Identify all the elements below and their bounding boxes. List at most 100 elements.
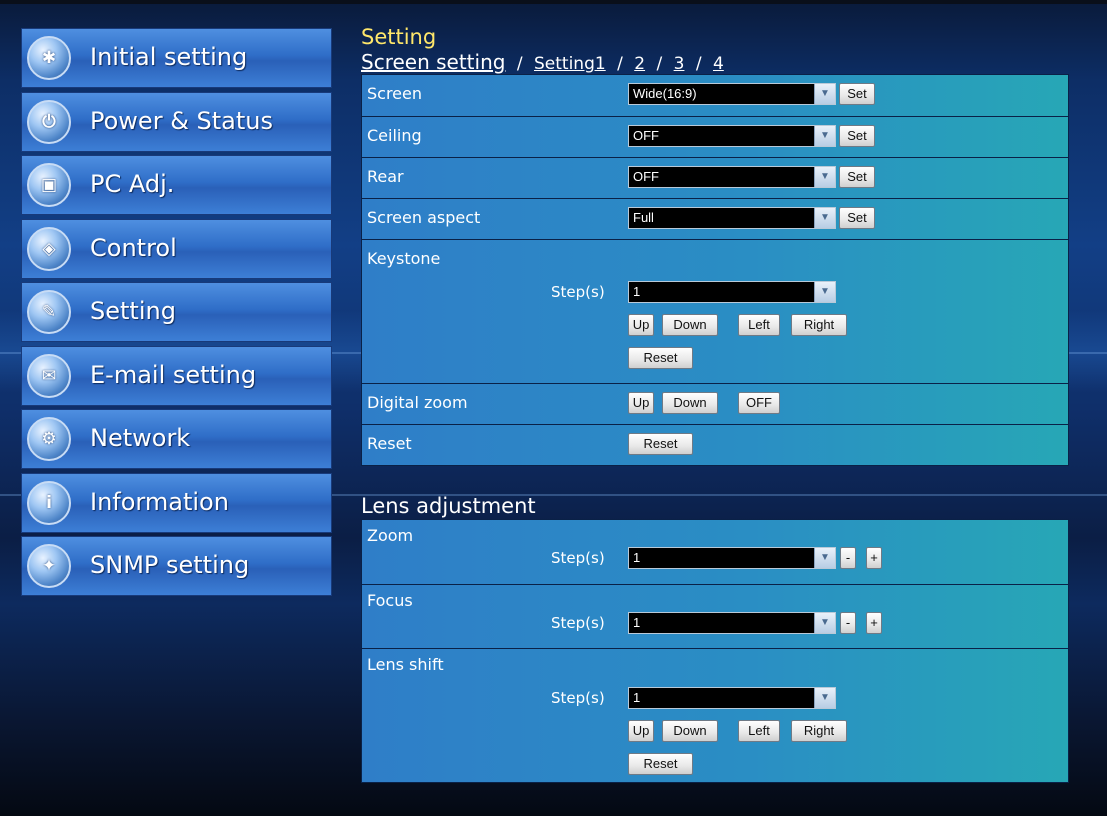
top-border	[0, 0, 1107, 4]
screen-aspect-row: Screen aspect Full ▼ Set	[362, 198, 1068, 239]
chevron-down-icon: ▼	[814, 167, 835, 187]
lens-focus-step-label: Step(s)	[551, 614, 605, 632]
ceiling-row: Ceiling OFF ▼ Set	[362, 116, 1068, 157]
lens-shift-row: Lens shift Step(s) 1 ▼ Up Down Left Righ…	[362, 648, 1068, 782]
digital-zoom-label: Digital zoom	[367, 393, 468, 412]
information-icon: i	[27, 480, 71, 525]
chevron-down-icon: ▼	[814, 126, 835, 146]
breadcrumb-separator: /	[695, 54, 702, 74]
reset-row: Reset Reset	[362, 424, 1068, 465]
reset-button[interactable]: Reset	[628, 433, 693, 455]
sidebar-item-information[interactable]: i Information	[21, 472, 332, 533]
lens-shift-left-button[interactable]: Left	[738, 720, 780, 742]
sidebar-item-power-status[interactable]: ⏻ Power & Status	[21, 91, 332, 152]
sidebar-item-label: PC Adj.	[90, 170, 175, 198]
lens-focus-minus-button[interactable]: -	[840, 612, 856, 634]
chevron-down-icon: ▼	[814, 613, 835, 633]
keystone-down-button[interactable]: Down	[662, 314, 718, 336]
lens-zoom-step-select[interactable]: 1 ▼	[628, 547, 836, 569]
sidebar-item-network[interactable]: ⚙ Network	[21, 409, 332, 469]
main-content: Setting Screen setting / Setting1 / 2 / …	[361, 26, 1069, 783]
sidebar-item-label: E-mail setting	[90, 360, 257, 389]
lens-focus-step-value: 1	[633, 615, 641, 630]
snmp-icon: ✦	[27, 544, 71, 588]
screen-aspect-select[interactable]: Full ▼	[628, 207, 836, 229]
sidebar-item-label: Initial setting	[90, 43, 248, 71]
keystone-step-value: 1	[633, 284, 641, 299]
ceiling-set-button[interactable]: Set	[839, 125, 875, 147]
lens-shift-right-button[interactable]: Right	[791, 720, 847, 742]
screen-aspect-select-value: Full	[633, 210, 654, 225]
lens-focus-label: Focus	[367, 591, 413, 610]
rear-select-value: OFF	[633, 169, 659, 184]
lens-focus-plus-button[interactable]: +	[866, 612, 882, 634]
lens-shift-label: Lens shift	[367, 655, 444, 674]
keystone-label: Keystone	[367, 249, 441, 268]
breadcrumb-link-2[interactable]: 2	[634, 54, 645, 74]
lens-shift-step-select[interactable]: 1 ▼	[628, 687, 836, 709]
lens-zoom-minus-button[interactable]: -	[840, 547, 856, 569]
sidebar-item-pc-adj[interactable]: ▣ PC Adj.	[21, 155, 332, 215]
breadcrumb-link-setting1[interactable]: Setting1	[534, 54, 606, 74]
keystone-step-select[interactable]: 1 ▼	[628, 281, 836, 303]
keystone-up-button[interactable]: Up	[628, 314, 654, 336]
digital-zoom-off-button[interactable]: OFF	[738, 392, 780, 414]
breadcrumb-separator: /	[656, 54, 663, 74]
breadcrumb-separator: /	[617, 54, 623, 74]
keystone-reset-button[interactable]: Reset	[628, 347, 693, 369]
sidebar-item-label: Setting	[90, 297, 176, 325]
breadcrumb-separator: /	[516, 54, 523, 74]
rear-row: Rear OFF ▼ Set	[362, 157, 1068, 198]
lens-shift-step-label: Step(s)	[551, 689, 605, 707]
keystone-step-label: Step(s)	[551, 283, 605, 301]
lens-zoom-step-label: Step(s)	[551, 549, 605, 567]
digital-zoom-down-button[interactable]: Down	[662, 392, 718, 414]
pc-monitor-icon: ▣	[27, 163, 71, 207]
envelope-icon: ✉	[27, 353, 71, 398]
lens-focus-step-select[interactable]: 1 ▼	[628, 612, 836, 634]
sidebar-item-label: Control	[90, 233, 177, 262]
setting-tools-icon: ✎	[27, 290, 71, 334]
sidebar-item-label: SNMP setting	[90, 551, 250, 579]
breadcrumb-link-3[interactable]: 3	[674, 54, 685, 74]
sidebar-item-label: Information	[90, 487, 229, 516]
rear-select[interactable]: OFF ▼	[628, 166, 836, 188]
digital-zoom-row: Digital zoom Up Down OFF	[362, 383, 1068, 424]
screen-select-value: Wide(16:9)	[633, 86, 697, 101]
rear-set-button[interactable]: Set	[839, 166, 875, 188]
screen-set-button[interactable]: Set	[839, 83, 875, 105]
breadcrumb-link-4[interactable]: 4	[713, 54, 724, 74]
lens-shift-down-button[interactable]: Down	[662, 720, 718, 742]
digital-zoom-up-button[interactable]: Up	[628, 392, 654, 414]
sidebar-nav: ✱ Initial setting ⏻ Power & Status ▣ PC …	[21, 28, 332, 600]
breadcrumb: Screen setting / Setting1 / 2 / 3 / 4	[361, 50, 1069, 74]
lens-shift-reset-button[interactable]: Reset	[628, 753, 693, 775]
lens-adjustment-title: Lens adjustment	[361, 494, 536, 518]
screen-select[interactable]: Wide(16:9) ▼	[628, 83, 836, 105]
sidebar-item-setting[interactable]: ✎ Setting	[21, 282, 332, 342]
lens-zoom-plus-button[interactable]: +	[866, 547, 882, 569]
chevron-down-icon: ▼	[814, 688, 835, 708]
lens-zoom-row: Zoom Step(s) 1 ▼ - +	[362, 520, 1068, 584]
lens-zoom-label: Zoom	[367, 526, 414, 545]
screen-aspect-set-button[interactable]: Set	[839, 207, 875, 229]
power-status-icon: ⏻	[27, 99, 71, 144]
screen-aspect-label: Screen aspect	[367, 208, 481, 227]
sidebar-item-label: Network	[90, 424, 191, 452]
sidebar-item-label: Power & Status	[90, 106, 274, 135]
lens-shift-up-button[interactable]: Up	[628, 720, 654, 742]
chevron-down-icon: ▼	[814, 84, 835, 104]
sidebar-item-snmp-setting[interactable]: ✦ SNMP setting	[21, 536, 332, 596]
ceiling-label: Ceiling	[367, 126, 422, 145]
sidebar-item-initial-setting[interactable]: ✱ Initial setting	[21, 28, 332, 88]
control-dial-icon: ◈	[27, 226, 71, 271]
lens-adjustment-panel: Zoom Step(s) 1 ▼ - + Focus Step(s) 1 ▼ -…	[361, 519, 1069, 783]
network-icon: ⚙	[27, 417, 71, 461]
ceiling-select[interactable]: OFF ▼	[628, 125, 836, 147]
screen-row: Screen Wide(16:9) ▼ Set	[362, 75, 1068, 116]
sidebar-item-email-setting[interactable]: ✉ E-mail setting	[21, 345, 332, 406]
sidebar-item-control[interactable]: ◈ Control	[21, 218, 332, 279]
keystone-left-button[interactable]: Left	[738, 314, 780, 336]
ceiling-select-value: OFF	[633, 128, 659, 143]
keystone-right-button[interactable]: Right	[791, 314, 847, 336]
